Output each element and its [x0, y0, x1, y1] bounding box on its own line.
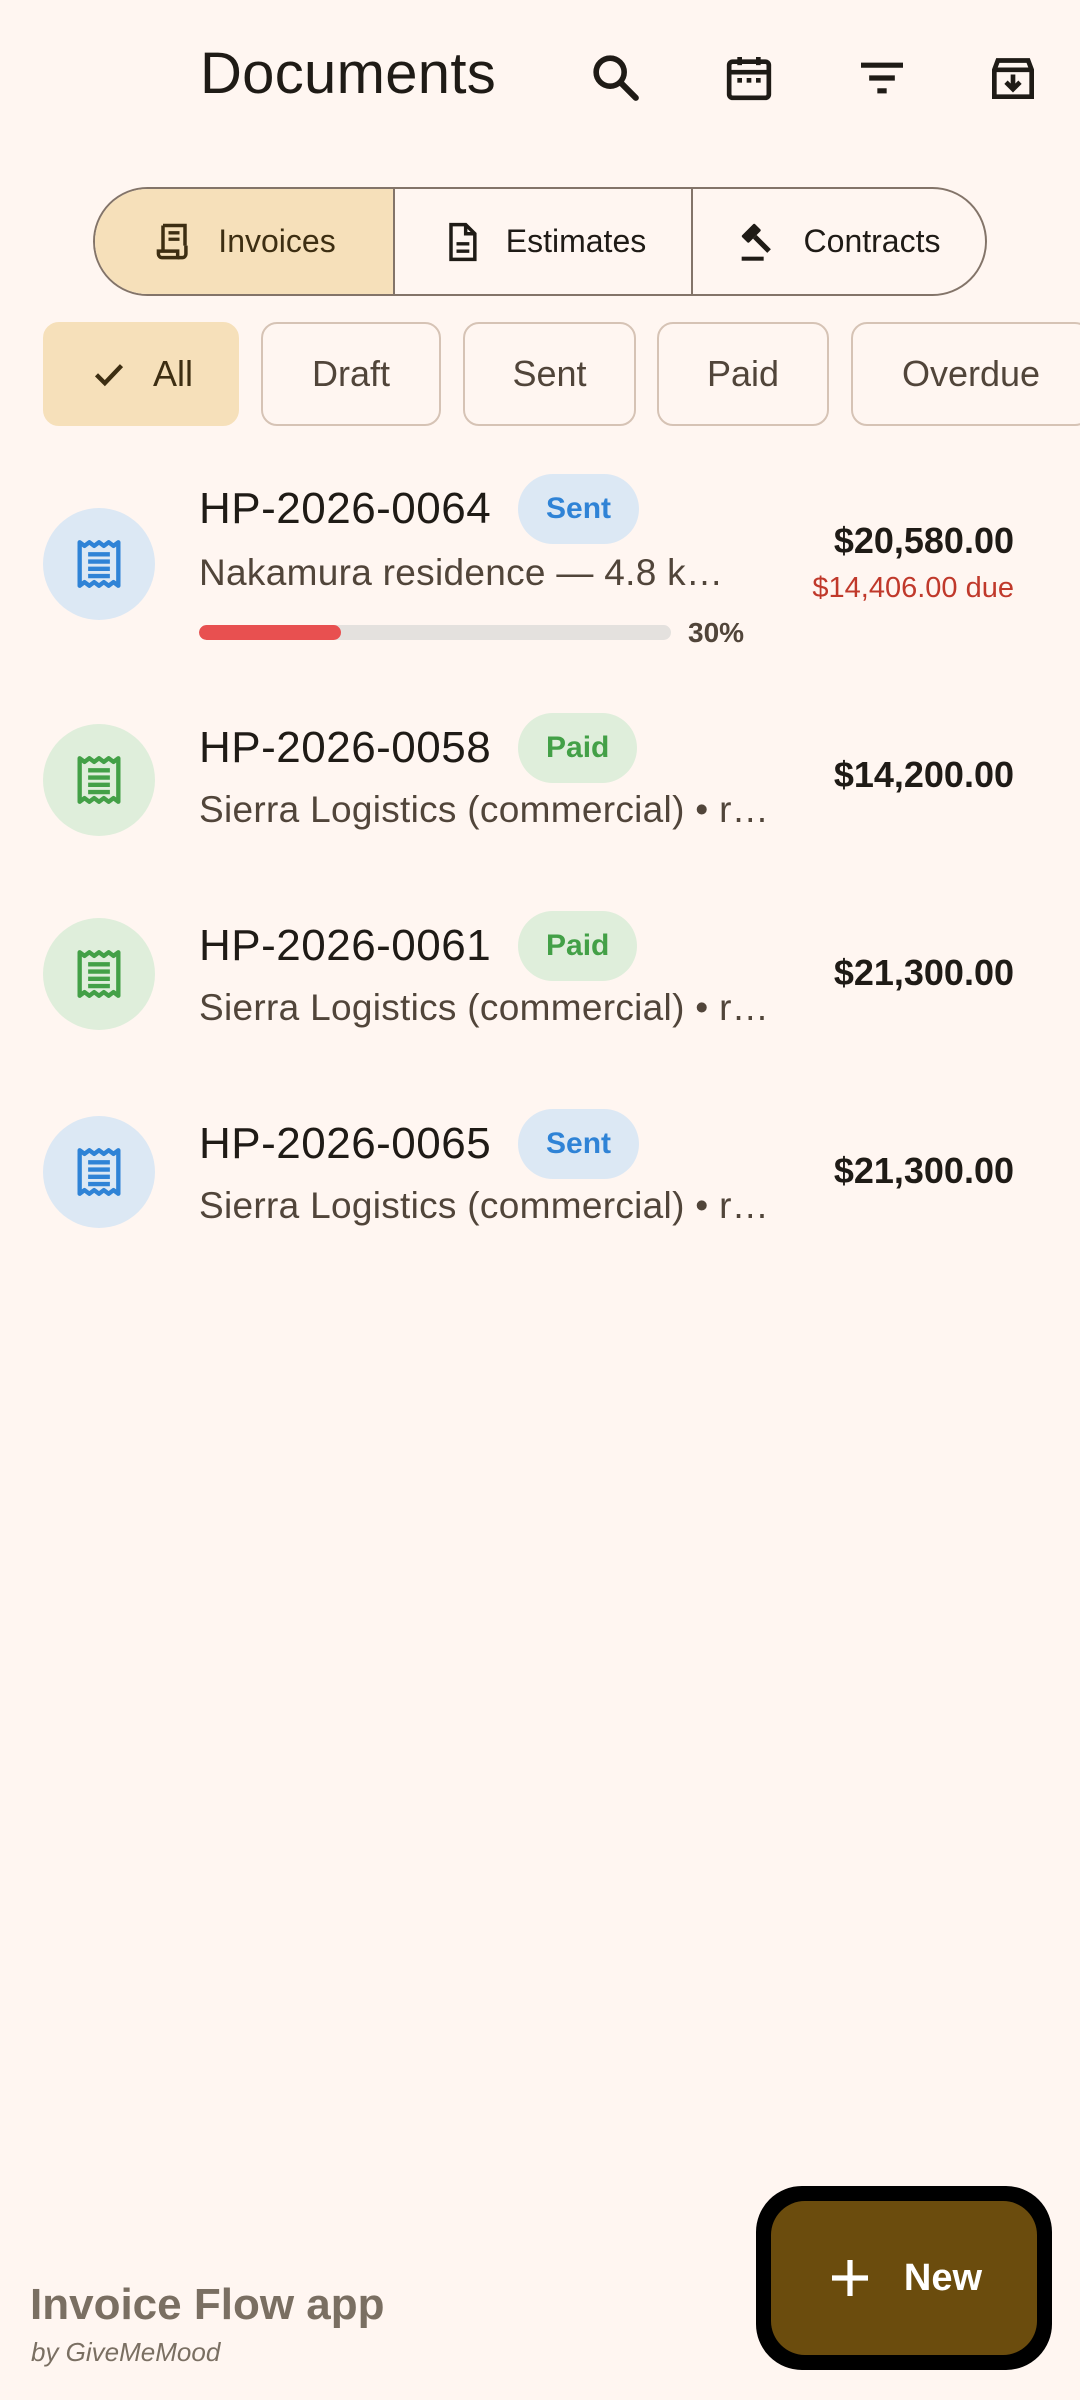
chip-all[interactable]: All — [43, 322, 239, 426]
status-badge: Sent — [518, 1109, 640, 1179]
payment-progress-fill — [199, 625, 341, 640]
receipt-long-icon — [77, 950, 121, 998]
app-brand-byline: by GiveMeMood — [31, 2337, 221, 2367]
invoice-avatar — [43, 724, 155, 836]
segment-label: Invoices — [218, 223, 336, 259]
document-amount: $20,580.00 — [833, 520, 1014, 561]
top-app-bar: Documents — [0, 0, 1080, 160]
segment-label: Contracts — [803, 223, 941, 259]
chip-label: Overdue — [901, 353, 1041, 394]
archive-icon — [992, 58, 1034, 99]
document-amount: $21,300.00 — [833, 952, 1014, 993]
gavel-icon — [741, 223, 771, 261]
segment-contracts[interactable]: Contracts — [691, 189, 985, 294]
chip-label: Sent — [512, 353, 587, 394]
document-type-segmented-control: Invoices Estimates Contracts — [93, 187, 987, 296]
segment-label: Estimates — [505, 223, 647, 259]
chip-label: Paid — [706, 353, 780, 394]
document-subtitle: Sierra Logistics (commercial) • rooftop … — [199, 987, 771, 1028]
chip-overdue[interactable]: Overdue — [851, 322, 1080, 426]
list-item[interactable]: HP-2026-0065 Sent Sierra Logistics (comm… — [0, 1096, 1080, 1276]
list-item[interactable]: HP-2026-0064 Sent Nakamura residence — 4… — [0, 460, 1080, 680]
chip-paid[interactable]: Paid — [657, 322, 829, 426]
document-amount: $14,200.00 — [833, 754, 1014, 795]
archive-button[interactable] — [971, 36, 1055, 120]
calendar-button[interactable] — [707, 36, 791, 120]
status-filter-chips: All Draft Sent Paid Overdue — [0, 322, 1080, 426]
document-id: HP-2026-0061 — [199, 921, 492, 970]
filter-button[interactable] — [840, 36, 924, 120]
document-amount: $21,300.00 — [833, 1150, 1014, 1191]
segment-estimates[interactable]: Estimates — [393, 189, 691, 294]
app-brand: Invoice Flow app — [30, 2280, 385, 2329]
plus-icon — [831, 2260, 868, 2296]
receipt-icon — [156, 223, 188, 259]
document-id: HP-2026-0065 — [199, 1119, 492, 1168]
chip-label: Draft — [311, 353, 390, 394]
new-button-label: New — [903, 2256, 983, 2299]
search-icon — [593, 55, 639, 101]
document-id: HP-2026-0064 — [199, 484, 492, 533]
document-subtitle: Nakamura residence — 4.8 kW solar instal… — [199, 552, 727, 593]
invoice-avatar — [43, 1116, 155, 1228]
filter-icon — [861, 62, 903, 94]
payment-progress-label: 30% — [688, 617, 745, 648]
page-title: Documents — [200, 41, 497, 106]
document-subtitle: Sierra Logistics (commercial) • rooftop … — [199, 1185, 771, 1226]
segment-invoices[interactable]: Invoices — [95, 189, 393, 294]
chip-sent[interactable]: Sent — [463, 322, 636, 426]
list-item[interactable]: HP-2026-0061 Paid Sierra Logistics (comm… — [0, 898, 1080, 1078]
receipt-long-icon — [77, 540, 121, 588]
status-badge: Sent — [518, 474, 640, 544]
document-subtitle: Sierra Logistics (commercial) • rooftop … — [199, 789, 771, 830]
check-icon — [94, 364, 124, 387]
list-item[interactable]: HP-2026-0058 Paid Sierra Logistics (comm… — [0, 700, 1080, 880]
new-document-button[interactable]: New — [771, 2201, 1037, 2355]
receipt-long-icon — [77, 1148, 121, 1196]
status-badge: Paid — [518, 713, 638, 783]
chip-label: All — [152, 353, 193, 394]
payment-progress-bar — [199, 625, 671, 640]
amount-due: $14,406.00 due — [812, 572, 1014, 604]
invoice-avatar — [43, 508, 155, 620]
status-badge: Paid — [518, 911, 638, 981]
chip-draft[interactable]: Draft — [261, 322, 441, 426]
invoice-avatar — [43, 918, 155, 1030]
calendar-icon — [726, 57, 772, 101]
receipt-long-icon — [77, 756, 121, 804]
search-button[interactable] — [574, 36, 658, 120]
document-id: HP-2026-0058 — [199, 723, 492, 772]
document-icon — [449, 222, 477, 261]
